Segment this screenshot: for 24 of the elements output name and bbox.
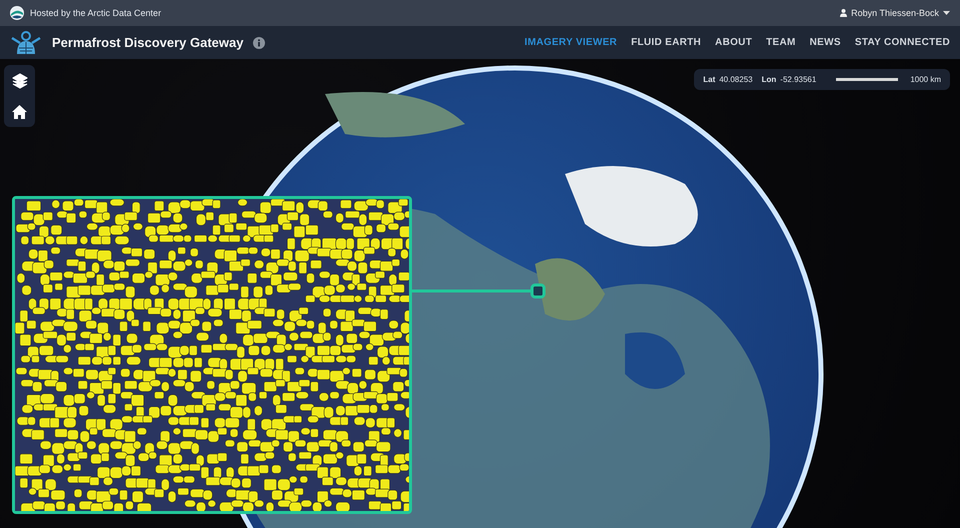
nav-link[interactable]: FLUID EARTH: [631, 37, 702, 48]
lat-value: 40.08253: [719, 75, 753, 84]
layers-icon: [12, 72, 28, 88]
lon-label: Lon: [762, 75, 776, 84]
user-icon: [840, 9, 848, 17]
home-icon: [12, 104, 27, 118]
user-menu[interactable]: Robyn Thiessen-Bock: [840, 8, 950, 18]
caret-icon: [943, 10, 950, 16]
lat-label: Lat: [703, 75, 716, 84]
nav-link[interactable]: ABOUT: [715, 37, 752, 48]
nav-link[interactable]: NEWS: [810, 37, 841, 48]
site-title[interactable]: Permafrost Discovery Gateway: [52, 35, 244, 50]
nav-link[interactable]: IMAGERY VIEWER: [524, 37, 618, 48]
scale-bar: [836, 78, 898, 81]
arctic-logo-icon: [10, 6, 24, 20]
lon-value: -52.93561: [780, 75, 816, 84]
host-text: Hosted by the Arctic Data Center: [30, 8, 162, 18]
info-icon[interactable]: [253, 36, 266, 48]
island-shape: [535, 258, 605, 321]
bay-shape: [625, 332, 685, 389]
scale-text: 1000 km: [910, 75, 941, 84]
nav-link[interactable]: STAY CONNECTED: [854, 37, 950, 48]
nav-link[interactable]: TEAM: [766, 37, 796, 48]
logo-icon[interactable]: [10, 30, 42, 56]
